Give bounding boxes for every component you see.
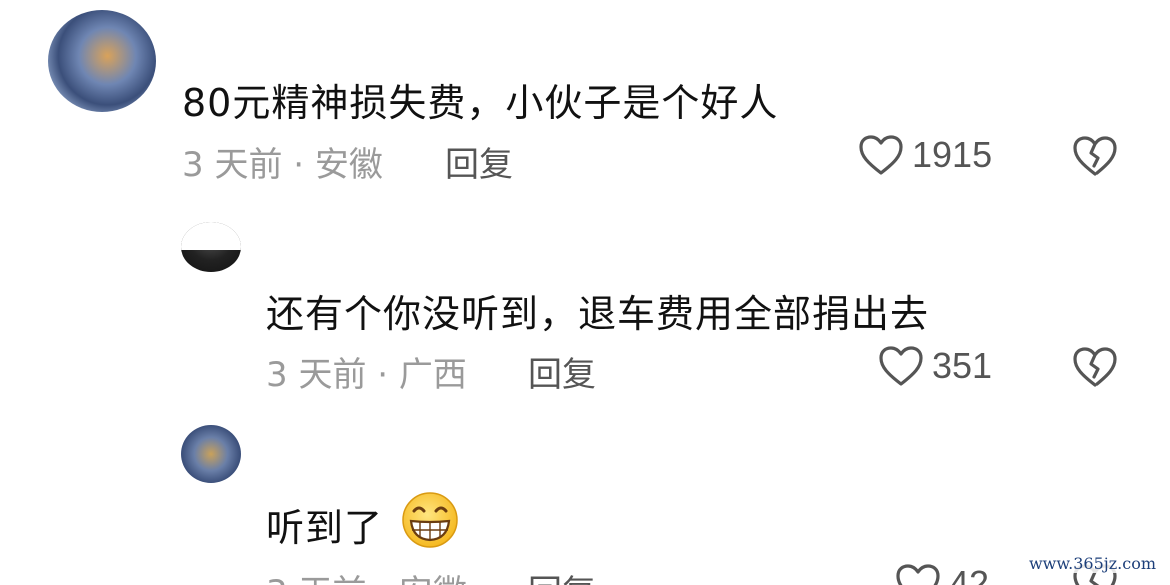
avatar[interactable] (48, 10, 156, 112)
heart-outline-icon (896, 564, 940, 585)
meta-row-cropped: 3 天前 · 安徽 回复 42 (0, 560, 1170, 585)
like-button[interactable]: 42 (895, 563, 989, 585)
reply-button[interactable]: 回复 (445, 137, 513, 186)
comment-meta: 3 天前 · 安徽 (266, 565, 467, 585)
like-button[interactable]: 351 (878, 345, 992, 387)
grinning-face-icon (400, 490, 460, 554)
dislike-button[interactable] (1072, 346, 1118, 392)
comment-meta: 3 天前 · 广西 (266, 355, 467, 395)
comment-meta: 3 天前 · 安徽 (182, 145, 383, 185)
broken-heart-icon (1073, 136, 1117, 176)
heart-outline-icon (859, 135, 903, 175)
dislike-button[interactable] (1072, 135, 1118, 181)
reply-button[interactable]: 回复 (528, 347, 596, 396)
avatar[interactable] (181, 222, 241, 272)
like-button[interactable]: 1915 (858, 134, 992, 176)
like-count: 42 (949, 563, 990, 585)
avatar[interactable] (181, 425, 241, 483)
watermark: www.365jz.com (1028, 554, 1156, 573)
comment-text: 80元精神损失费，小伙子是个好人 (182, 81, 779, 125)
like-count: 1915 (912, 134, 993, 175)
heart-outline-icon (879, 346, 923, 386)
reply-button[interactable]: 回复 (528, 565, 596, 585)
comment-text: 听到了 (266, 506, 384, 550)
comment-text: 还有个你没听到，退车费用全部捐出去 (266, 292, 930, 336)
broken-heart-icon (1073, 347, 1117, 387)
like-count: 351 (932, 345, 993, 386)
